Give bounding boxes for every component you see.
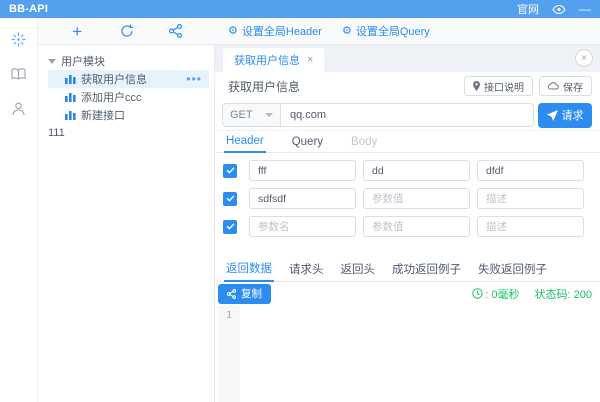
gear-icon: ⚙	[341, 24, 352, 37]
param-value-input[interactable]	[363, 188, 470, 209]
api-title-row: 获取用户信息 接口说明 保存	[215, 72, 600, 100]
eye-icon[interactable]	[552, 4, 566, 14]
api-node-icon	[65, 92, 76, 102]
response-toolbar: 复制 : 0毫秒 状态码: 200	[215, 282, 600, 305]
global-settings: ⚙ 设置全局Header ⚙ 设置全局Query	[215, 23, 430, 39]
main-panel: 获取用户信息 × × 获取用户信息 接口说明 保存 GET qq.com 请求 …	[215, 45, 600, 402]
tab-response-headers[interactable]: 返回头	[339, 261, 378, 281]
duration-status: : 0毫秒	[472, 286, 520, 302]
page-title: 获取用户信息	[228, 79, 301, 94]
param-tabs: Header Query Body	[215, 131, 600, 153]
checkbox-checked[interactable]	[223, 163, 237, 178]
gear-icon: ⚙	[228, 24, 238, 37]
tree-item-get-user-info[interactable]: 获取用户信息 •••	[48, 70, 209, 88]
response-status: : 0毫秒 状态码: 200	[472, 286, 592, 302]
book-icon[interactable]	[11, 66, 27, 82]
method-select[interactable]: GET	[222, 103, 281, 127]
share-icon[interactable]	[166, 21, 186, 41]
website-link[interactable]: 官网	[517, 1, 539, 17]
tree-root-label: 用户模块	[61, 56, 105, 68]
response-tabs: 返回数据 请求头 返回头 成功返回例子 失败返回例子	[215, 260, 600, 282]
tab-success-example[interactable]: 成功返回例子	[390, 261, 463, 281]
cloud-icon	[548, 82, 559, 90]
method-value: GET	[230, 109, 253, 121]
document-tabbar: 获取用户信息 × ×	[215, 45, 600, 72]
tab-fail-example[interactable]: 失败返回例子	[476, 261, 549, 281]
tab-close-icon[interactable]: ×	[307, 54, 313, 66]
tree-item-label: 获取用户信息	[81, 74, 147, 86]
api-node-icon	[65, 110, 76, 120]
add-icon[interactable]: +	[67, 21, 87, 41]
toolbar-tree-actions: +	[38, 21, 215, 41]
tree-item-111[interactable]: 111	[38, 124, 214, 142]
editor-content[interactable]	[240, 305, 600, 402]
titlebar: BB-API 官网 —	[0, 0, 600, 18]
param-row	[223, 188, 592, 209]
status-code: 状态码: 200	[534, 288, 592, 301]
checkbox-checked[interactable]	[223, 219, 237, 234]
editor-gutter: 1	[218, 305, 240, 402]
tree-item-label: 新建接口	[81, 110, 125, 122]
titlebar-actions: 官网 —	[517, 1, 591, 17]
chevron-down-icon	[265, 113, 273, 117]
tab-header[interactable]: Header	[224, 135, 266, 153]
tree-item-label: 111	[48, 127, 65, 139]
send-icon	[546, 109, 558, 121]
save-button[interactable]: 保存	[539, 76, 592, 96]
param-row	[223, 160, 592, 181]
copy-button[interactable]: 复制	[218, 283, 271, 304]
param-desc-input[interactable]	[477, 216, 584, 237]
close-all-icon[interactable]: ×	[575, 49, 593, 67]
send-request-button[interactable]: 请求	[538, 102, 592, 128]
param-row	[223, 216, 592, 237]
param-value-input[interactable]	[363, 216, 470, 237]
param-rows	[215, 153, 600, 237]
set-global-header-link[interactable]: ⚙ 设置全局Header	[228, 23, 322, 39]
api-doc-button[interactable]: 接口说明	[464, 76, 533, 96]
clock-icon	[472, 288, 483, 299]
refresh-icon[interactable]	[117, 21, 137, 41]
param-desc-input[interactable]	[477, 188, 584, 209]
collapse-caret-icon[interactable]	[48, 58, 56, 64]
param-value-input[interactable]	[363, 160, 470, 181]
app-window: BB-API 官网 — + ⚙ 设置全局Header ⚙ 设置全局Query 用…	[0, 0, 600, 402]
param-desc-input[interactable]	[477, 160, 584, 181]
nav-rail	[0, 18, 38, 402]
tab-get-user-info[interactable]: 获取用户信息 ×	[223, 48, 325, 72]
checkbox-checked[interactable]	[223, 191, 237, 206]
user-icon[interactable]	[11, 101, 27, 117]
tab-request-headers[interactable]: 请求头	[287, 261, 326, 281]
tab-query[interactable]: Query	[290, 136, 325, 152]
param-name-input[interactable]	[249, 188, 356, 209]
pin-icon	[473, 81, 480, 91]
response-editor: 1	[215, 305, 600, 402]
api-node-icon	[65, 74, 76, 84]
tab-response-data[interactable]: 返回数据	[224, 260, 274, 282]
tree-item-label: 添加用户ccc	[81, 92, 142, 104]
more-actions-icon[interactable]: •••	[186, 73, 209, 85]
tree-item-add-user[interactable]: 添加用户ccc	[48, 88, 209, 106]
url-input[interactable]	[281, 103, 534, 127]
api-tree: 用户模块 获取用户信息 ••• 添加用户ccc 新建接口 111	[38, 45, 215, 402]
tab-label: 获取用户信息	[234, 55, 300, 67]
tree-root-module[interactable]: 用户模块	[38, 52, 214, 70]
tree-item-new-api[interactable]: 新建接口	[48, 106, 209, 124]
tab-body[interactable]: Body	[349, 136, 379, 152]
minimize-icon[interactable]: —	[579, 3, 591, 15]
param-name-input[interactable]	[249, 160, 356, 181]
title-buttons: 接口说明 保存	[464, 76, 592, 96]
param-name-input[interactable]	[249, 216, 356, 237]
toolbar: + ⚙ 设置全局Header ⚙ 设置全局Query	[38, 18, 600, 45]
request-bar: GET 请求	[215, 100, 600, 131]
app-title: BB-API	[9, 3, 49, 15]
debug-sparkle-icon[interactable]	[11, 31, 27, 47]
share-alt-icon	[227, 288, 236, 299]
set-global-query-link[interactable]: ⚙ 设置全局Query	[342, 23, 430, 39]
